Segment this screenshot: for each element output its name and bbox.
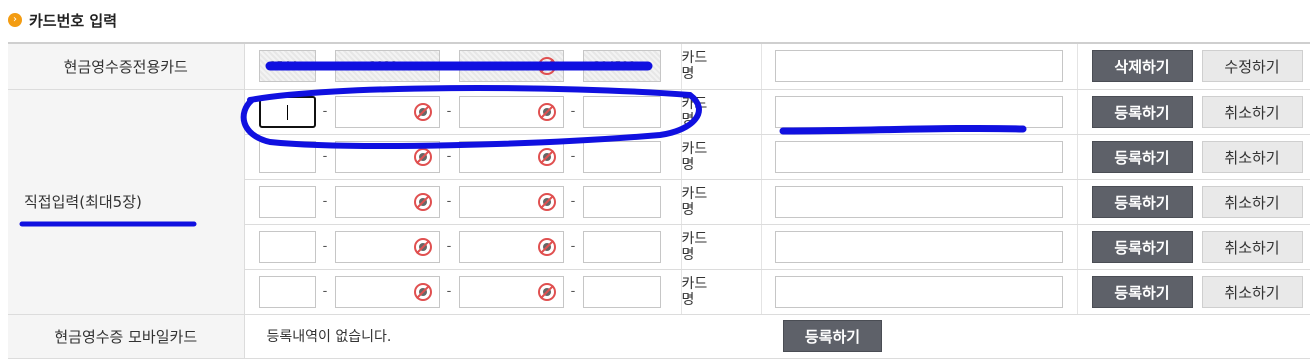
- registered-card-number: 1544 - 2929 - - 304500: [245, 50, 681, 83]
- eye-hidden-icon[interactable]: [537, 102, 556, 121]
- separator: -: [322, 149, 328, 164]
- card-number-input-1[interactable]: [258, 140, 316, 173]
- section-title: › 카드번호 입력: [8, 10, 117, 30]
- registered-card-label: 현금영수증전용카드: [8, 42, 245, 90]
- card-name-field[interactable]: [774, 95, 1063, 128]
- card-number-input-1[interactable]: [258, 275, 316, 308]
- separator: -: [322, 104, 328, 119]
- card-number-input-4[interactable]: [582, 230, 661, 263]
- separator: -: [322, 284, 328, 299]
- eye-hidden-icon[interactable]: [413, 102, 432, 121]
- card-name-label: 카드 명: [681, 224, 762, 270]
- card-number-input-3[interactable]: [458, 275, 564, 308]
- card-number-part-3: [458, 50, 564, 83]
- eye-hidden-icon[interactable]: [537, 237, 556, 256]
- card-name-field[interactable]: [774, 185, 1063, 218]
- separator: -: [446, 284, 452, 299]
- card-number-input-1[interactable]: [258, 95, 316, 128]
- mobile-card-status: 등록내역이 없습니다.: [266, 329, 392, 345]
- card-number-input-3[interactable]: [458, 140, 564, 173]
- card-number-input-4[interactable]: [582, 140, 661, 173]
- direct-input-label: 직접입력(최대5장): [8, 89, 245, 315]
- cancel-button[interactable]: 취소하기: [1201, 185, 1303, 218]
- card-number-input-2[interactable]: [334, 95, 440, 128]
- card-number-table: 현금영수증전용카드 1544 - 2929 - - 304500 카드명 삭제하…: [8, 42, 1310, 359]
- card-name-label: 카드 명: [681, 89, 762, 135]
- card-number-input-2[interactable]: [334, 185, 440, 218]
- card-name-label: 카드 명: [681, 269, 762, 315]
- card-number-input-2[interactable]: [334, 275, 440, 308]
- separator: -: [570, 104, 576, 119]
- register-button[interactable]: 등록하기: [1091, 230, 1193, 263]
- card-number-part-1: 1544: [258, 50, 316, 83]
- separator: -: [322, 239, 328, 254]
- separator: -: [570, 284, 576, 299]
- separator: -: [446, 194, 452, 209]
- register-button[interactable]: 등록하기: [1091, 275, 1193, 308]
- separator: -: [446, 104, 452, 119]
- card-number-input-2[interactable]: [334, 140, 440, 173]
- separator: -: [570, 149, 576, 164]
- cancel-button[interactable]: 취소하기: [1201, 95, 1303, 128]
- card-number-input-1[interactable]: [258, 230, 316, 263]
- eye-hidden-icon[interactable]: [537, 192, 556, 211]
- separator: -: [446, 149, 452, 164]
- eye-hidden-icon[interactable]: [537, 57, 556, 76]
- card-name-label: 카드 명: [681, 134, 762, 180]
- section-title-text: 카드번호 입력: [29, 11, 118, 30]
- register-button[interactable]: 등록하기: [1091, 185, 1193, 218]
- eye-hidden-icon[interactable]: [413, 282, 432, 301]
- card-number-input-2[interactable]: [334, 230, 440, 263]
- cancel-button[interactable]: 취소하기: [1201, 275, 1303, 308]
- eye-hidden-icon[interactable]: [413, 147, 432, 166]
- card-number-input-4[interactable]: [582, 95, 661, 128]
- mobile-card-label: 현금영수증 모바일카드: [8, 314, 245, 359]
- card-number-input-3[interactable]: [458, 95, 564, 128]
- separator: -: [322, 194, 328, 209]
- mobile-register-button[interactable]: 등록하기: [783, 320, 882, 352]
- orange-bullet-icon: ›: [8, 13, 22, 27]
- register-button[interactable]: 등록하기: [1091, 140, 1193, 173]
- card-name-label: 카드 명: [681, 179, 762, 225]
- card-name-field[interactable]: [774, 50, 1063, 83]
- direct-input-row: 직접입력(최대5장) - - - 카드 명 등록하기 취소하기: [8, 89, 1310, 315]
- card-number-input-3[interactable]: [458, 185, 564, 218]
- mobile-card-row: 현금영수증 모바일카드 등록내역이 없습니다. 등록하기: [8, 314, 1310, 359]
- card-name-label: 카드 명: [681, 42, 762, 90]
- separator: -: [570, 194, 576, 209]
- card-number-input-4[interactable]: [582, 275, 661, 308]
- eye-hidden-icon[interactable]: [413, 192, 432, 211]
- register-button[interactable]: 등록하기: [1091, 95, 1193, 128]
- card-name-field[interactable]: [774, 275, 1063, 308]
- eye-hidden-icon[interactable]: [537, 282, 556, 301]
- edit-button[interactable]: 수정하기: [1201, 50, 1303, 83]
- card-number-part-2: 2929: [334, 50, 440, 83]
- card-number-input-3[interactable]: [458, 230, 564, 263]
- registered-card-row: 현금영수증전용카드 1544 - 2929 - - 304500 카드명 삭제하…: [8, 42, 1310, 90]
- separator: -: [446, 239, 452, 254]
- card-number-input-1[interactable]: [258, 185, 316, 218]
- card-number-input-4[interactable]: [582, 185, 661, 218]
- card-name-field[interactable]: [774, 140, 1063, 173]
- cancel-button[interactable]: 취소하기: [1201, 140, 1303, 173]
- delete-button[interactable]: 삭제하기: [1091, 50, 1193, 83]
- card-number-part-4: 304500: [582, 50, 661, 83]
- eye-hidden-icon[interactable]: [537, 147, 556, 166]
- separator: -: [570, 239, 576, 254]
- eye-hidden-icon[interactable]: [413, 237, 432, 256]
- card-name-field[interactable]: [774, 230, 1063, 263]
- cancel-button[interactable]: 취소하기: [1201, 230, 1303, 263]
